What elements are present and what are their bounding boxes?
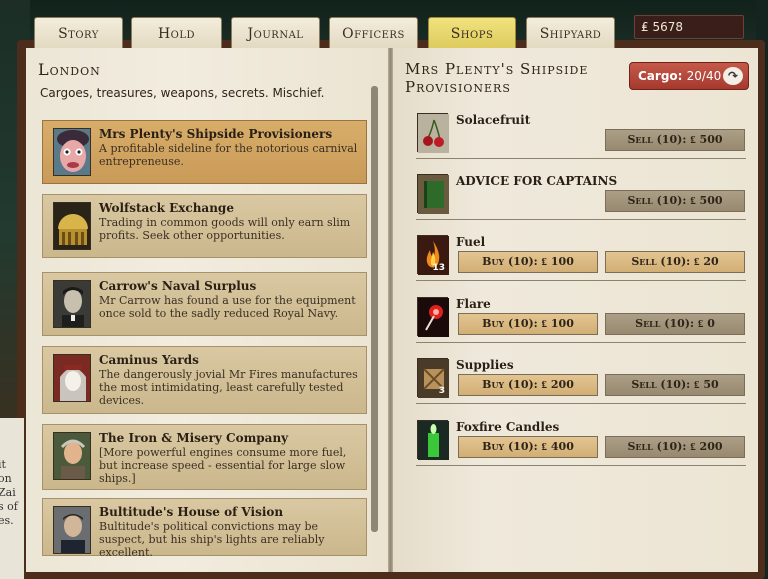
shop-name: Wolfstack Exchange: [99, 201, 234, 215]
mrs-plenty-portrait: [53, 128, 91, 176]
item-divider: [416, 219, 746, 220]
buy-button[interactable]: Buy (10): ₤ 200: [458, 374, 598, 396]
candle-icon: [417, 420, 449, 460]
item-divider: [416, 403, 746, 404]
iron-misery-portrait: [53, 432, 91, 480]
item-name: Foxfire Candles: [456, 420, 560, 434]
book-icon: [417, 174, 449, 214]
shop-name: Bultitude's House of Vision: [99, 505, 284, 519]
background-document: it on Zai s of es.: [0, 418, 24, 579]
item-name: Supplies: [456, 358, 514, 372]
item-quantity: 13: [432, 263, 445, 273]
item-row-foxfire-candles: Foxfire Candles Buy (10): ₤ 400 Sell (10…: [416, 417, 746, 477]
cherries-icon: [417, 113, 449, 153]
location-subtitle: Cargoes, treasures, weapons, secrets. Mi…: [40, 86, 325, 100]
shop-description: The dangerously jovial Mr Fires manufact…: [99, 368, 358, 407]
item-divider: [416, 342, 746, 343]
tab-shipyard[interactable]: Shipyard: [526, 17, 615, 50]
background-doc-line: it: [0, 458, 6, 471]
item-row-solacefruit: Solacefruit Sell (10): ₤ 500: [416, 110, 746, 170]
item-quantity: 3: [438, 386, 445, 396]
tab-story[interactable]: Story: [34, 17, 123, 50]
item-name: Fuel: [456, 235, 486, 249]
item-name: ADVICE FOR CAPTAINS: [456, 174, 618, 188]
tab-journal[interactable]: Journal: [231, 17, 320, 50]
sell-button[interactable]: Sell (10): ₤ 20: [605, 251, 745, 273]
shop-card-bultitude[interactable]: Bultitude's House of Vision Bultitude's …: [42, 498, 367, 559]
background-doc-line: es.: [0, 514, 14, 527]
cargo-value: 20/40: [686, 69, 722, 83]
tab-officers[interactable]: Officers: [329, 17, 418, 50]
item-name: Solacefruit: [456, 113, 531, 127]
item-divider: [416, 280, 746, 281]
tab-shops[interactable]: Shops: [428, 17, 516, 50]
sell-button[interactable]: Sell (10): ₤ 200: [605, 436, 745, 458]
echoes-balance: ₤ 5678: [634, 15, 744, 39]
shop-card-mrs-plenty[interactable]: Mrs Plenty's Shipside Provisioners A pro…: [42, 120, 367, 184]
shop-title: Mrs Plenty's Shipside Provisioners: [405, 60, 589, 96]
background-doc-line: s of: [0, 500, 18, 513]
flare-icon: [417, 297, 449, 337]
shop-card-carrow[interactable]: Carrow's Naval Surplus Mr Carrow has fou…: [42, 272, 367, 336]
crate-icon: 3: [417, 358, 449, 398]
shop-card-caminus[interactable]: Caminus Yards The dangerously jovial Mr …: [42, 346, 367, 414]
scrollbar-thumb[interactable]: [371, 86, 378, 532]
item-divider: [416, 158, 746, 159]
mr-fires-portrait: [53, 354, 91, 402]
sell-button[interactable]: Sell (10): ₤ 500: [605, 129, 745, 151]
bultitude-portrait: [53, 506, 91, 554]
sell-button[interactable]: Sell (10): ₤ 0: [605, 313, 745, 335]
item-divider: [416, 465, 746, 466]
item-row-advice-for-captains: ADVICE FOR CAPTAINS Sell (10): ₤ 500: [416, 171, 746, 231]
shop-description: A profitable sideline for the notorious …: [99, 142, 358, 168]
shop-name: Carrow's Naval Surplus: [99, 279, 257, 293]
tab-hold[interactable]: Hold: [131, 17, 222, 50]
item-row-supplies: 3 Supplies Buy (10): ₤ 200 Sell (10): ₤ …: [416, 355, 746, 415]
shop-description: Trading in common goods will only earn s…: [99, 216, 351, 242]
sell-button[interactable]: Sell (10): ₤ 50: [605, 374, 745, 396]
buy-button[interactable]: Buy (10): ₤ 100: [458, 313, 598, 335]
item-row-fuel: 13 Fuel Buy (10): ₤ 100 Sell (10): ₤ 20: [416, 232, 746, 292]
cargo-arrow-icon: ↷: [723, 67, 743, 85]
wolfstack-exchange-icon: [53, 202, 91, 250]
item-name: Flare: [456, 297, 491, 311]
shop-name: Mrs Plenty's Shipside Provisioners: [99, 127, 333, 141]
item-row-flare: Flare Buy (10): ₤ 100 Sell (10): ₤ 0: [416, 294, 746, 354]
shop-list-scrollbar[interactable]: [371, 86, 378, 532]
background-doc-line: Zai: [0, 486, 16, 499]
buy-button[interactable]: Buy (10): ₤ 400: [458, 436, 598, 458]
cargo-label: Cargo:: [638, 69, 683, 83]
shop-card-iron-misery[interactable]: The Iron & Misery Company [More powerful…: [42, 424, 367, 490]
background-doc-line: on: [0, 472, 12, 485]
shop-card-wolfstack[interactable]: Wolfstack Exchange Trading in common goo…: [42, 194, 367, 258]
shop-name: Caminus Yards: [99, 353, 199, 367]
shop-description: Bultitude's political convictions may be…: [99, 520, 325, 559]
shop-description: [More powerful engines consume more fuel…: [99, 446, 347, 485]
cargo-button[interactable]: Cargo: 20/40 ↷: [629, 62, 749, 90]
shop-name: The Iron & Misery Company: [99, 431, 289, 445]
flame-icon: 13: [417, 235, 449, 275]
mr-carrow-portrait: [53, 280, 91, 328]
location-title: London: [38, 60, 101, 79]
sell-button[interactable]: Sell (10): ₤ 500: [605, 190, 745, 212]
buy-button[interactable]: Buy (10): ₤ 100: [458, 251, 598, 273]
shop-description: Mr Carrow has found a use for the equipm…: [99, 294, 356, 320]
